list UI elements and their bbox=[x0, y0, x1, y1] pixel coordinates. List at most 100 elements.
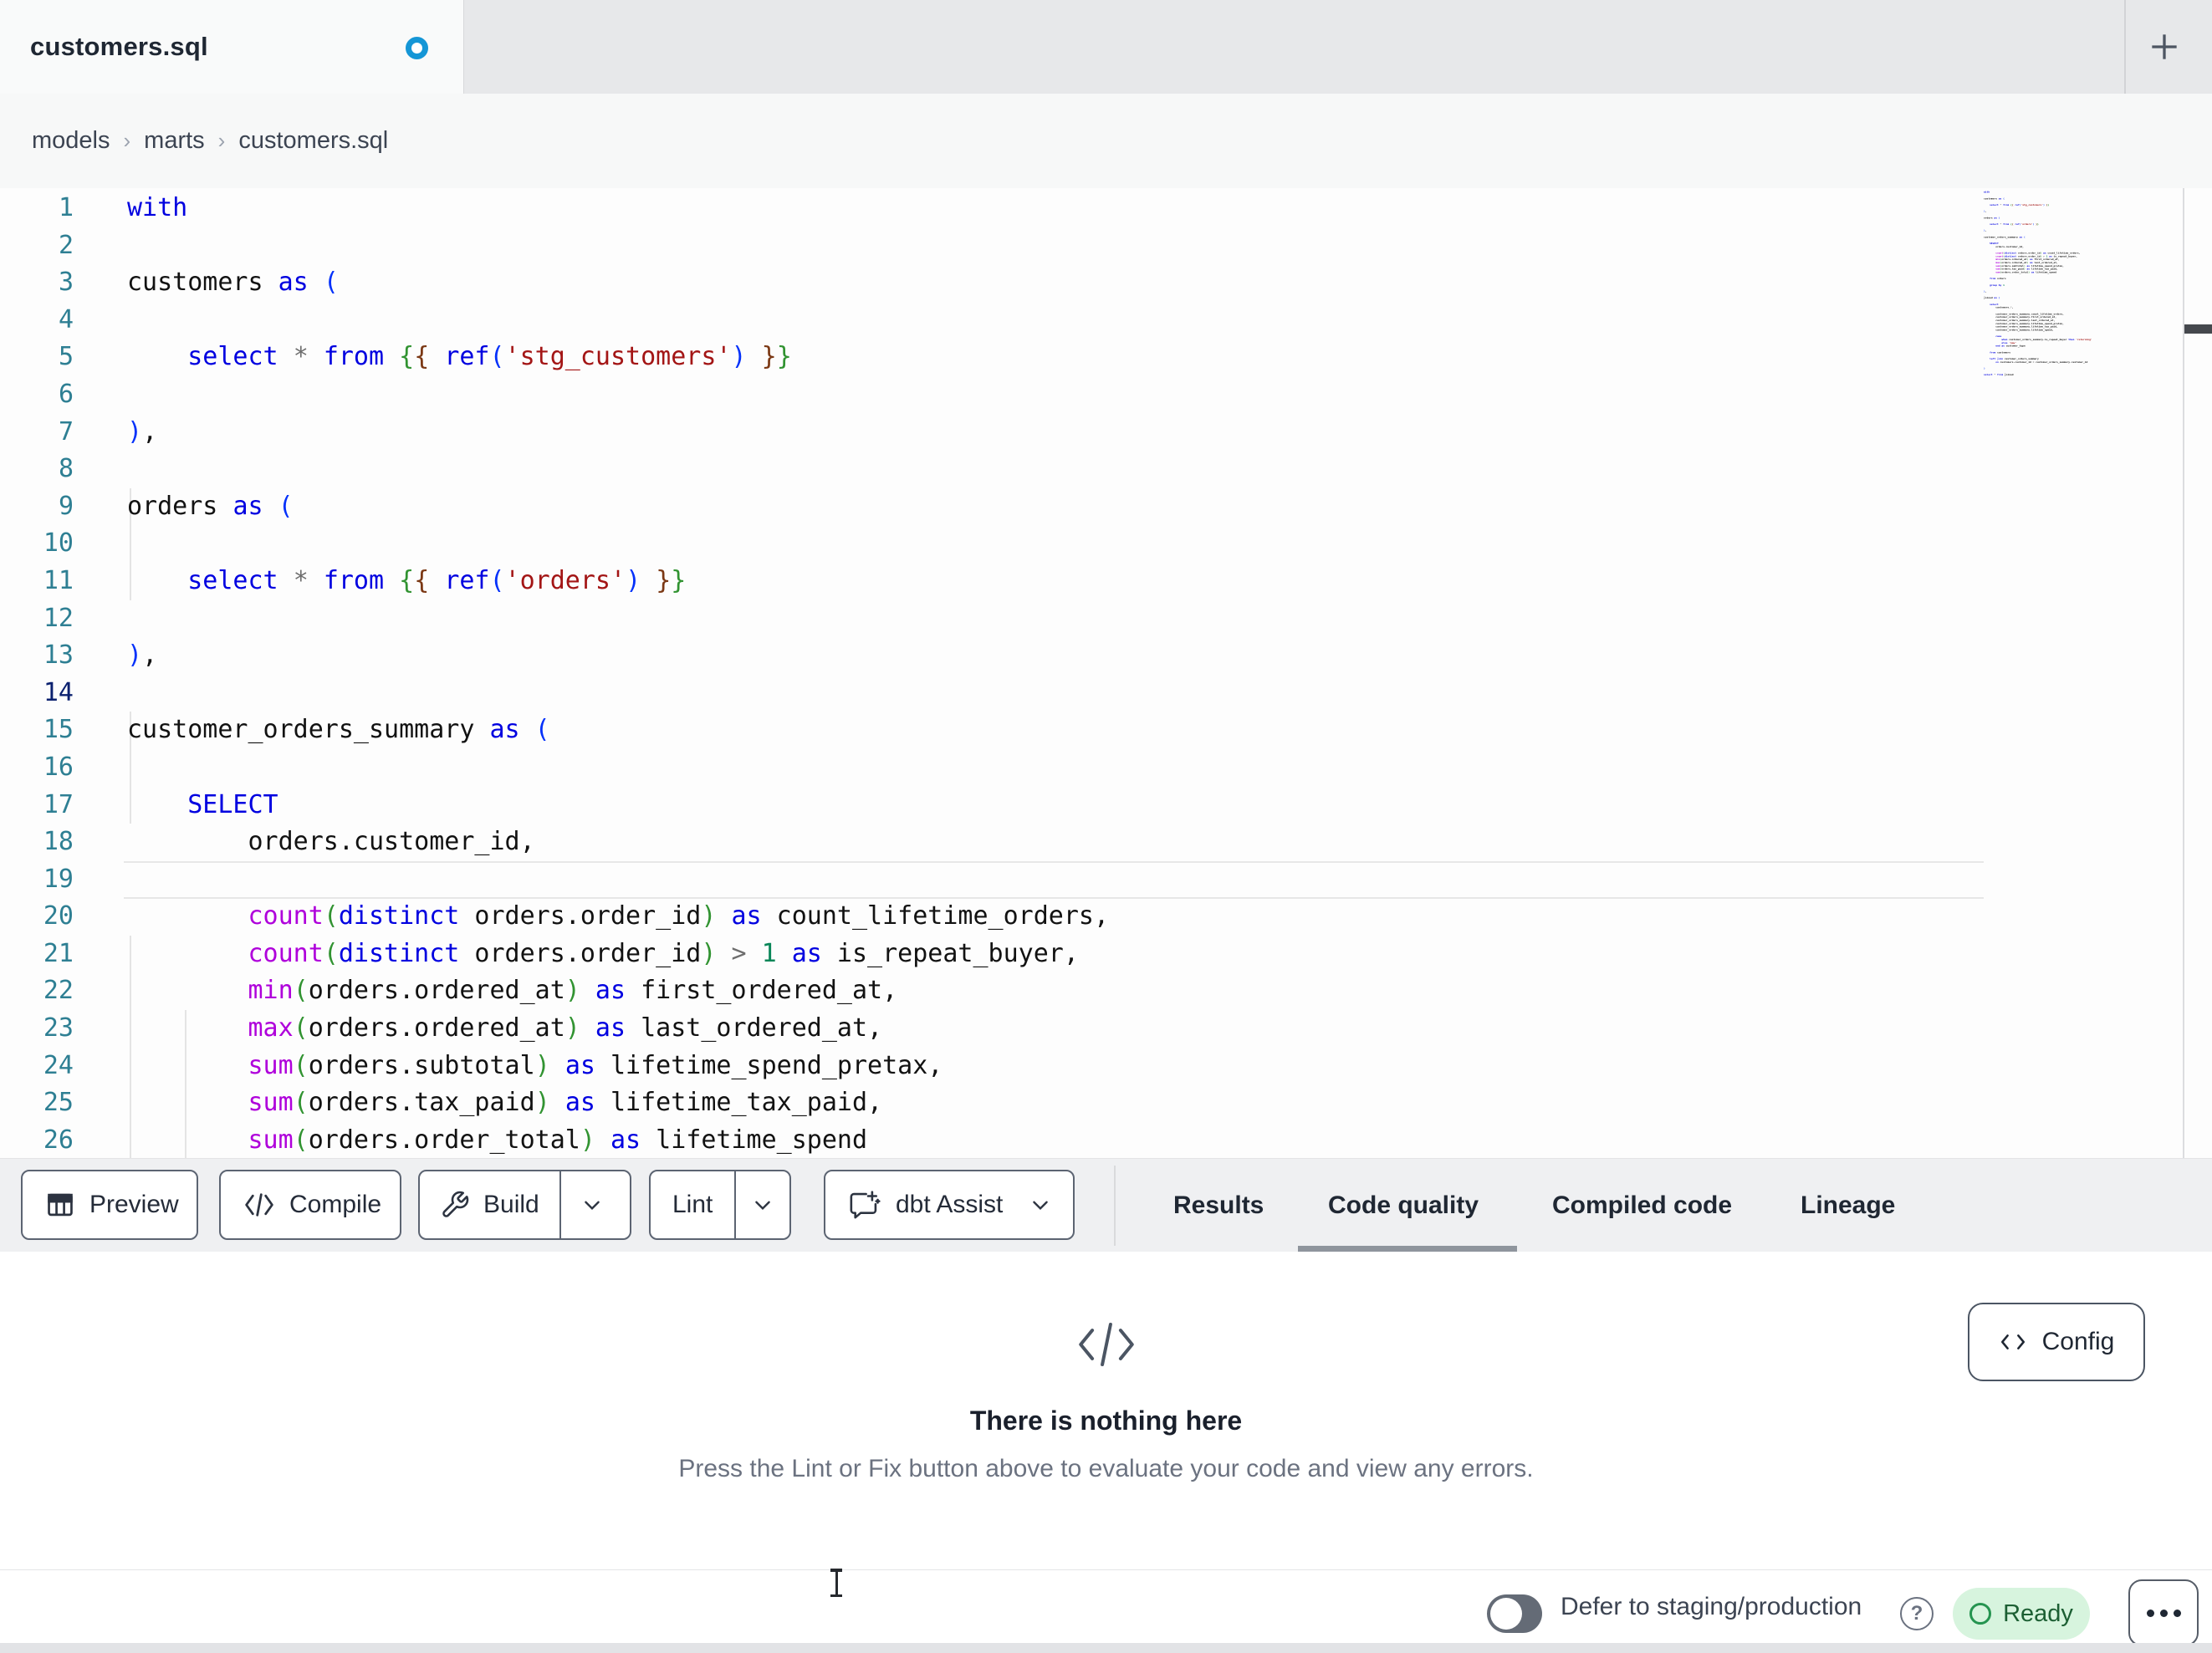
defer-label: Defer to staging/production bbox=[1561, 1593, 1862, 1620]
code-line[interactable]: 20 count(distinct orders.order_id) as co… bbox=[0, 898, 1984, 936]
code-icon bbox=[243, 1191, 276, 1219]
code-line[interactable]: 4 bbox=[0, 302, 1984, 339]
line-number: 4 bbox=[58, 304, 74, 334]
lint-button[interactable]: Lint bbox=[651, 1171, 734, 1238]
line-number: 23 bbox=[43, 1013, 74, 1043]
assist-dropdown-chevron[interactable] bbox=[1029, 1194, 1051, 1216]
code-line[interactable]: 25 sum(orders.tax_paid) as lifetime_tax_… bbox=[0, 1084, 1984, 1122]
code-quality-panel: Config There is nothing here Press the L… bbox=[0, 1252, 2212, 1569]
code-line[interactable]: 18 orders.customer_id, bbox=[0, 824, 1984, 861]
build-split-button: Build bbox=[418, 1170, 631, 1240]
code-line[interactable]: 3 customers as ( bbox=[0, 264, 1984, 302]
code-text: min(orders.ordered_at) as first_ordered_… bbox=[248, 976, 898, 1006]
breadcrumb-separator: › bbox=[123, 128, 131, 153]
code-line[interactable]: 13), bbox=[0, 637, 1984, 675]
code-line[interactable]: 5 select * from {{ ref('stg_customers') … bbox=[0, 339, 1984, 376]
line-number: 6 bbox=[58, 379, 74, 409]
toolbar-tabs-divider bbox=[1114, 1166, 1116, 1246]
line-number: 18 bbox=[43, 827, 74, 857]
build-button[interactable]: Build bbox=[420, 1171, 559, 1238]
code-slash-icon bbox=[0, 1314, 2212, 1379]
line-number: 20 bbox=[43, 901, 74, 931]
build-dropdown-button[interactable] bbox=[561, 1171, 623, 1238]
code-line[interactable]: 21 count(distinct orders.order_id) > 1 a… bbox=[0, 936, 1984, 973]
compile-button[interactable]: Compile bbox=[219, 1170, 401, 1240]
line-number: 24 bbox=[43, 1050, 74, 1080]
editor-minimap[interactable]: with customers as ( select * from {{ ref… bbox=[1984, 191, 2183, 1158]
assist-label: dbt Assist bbox=[896, 1191, 1004, 1218]
scrollbar-cursor-marker[interactable] bbox=[2184, 324, 2212, 334]
code-line[interactable]: 1 with bbox=[0, 190, 1984, 227]
window-bottom-edge bbox=[0, 1643, 2212, 1653]
code-text: ), bbox=[127, 416, 158, 446]
plus-icon bbox=[2152, 34, 2177, 59]
code-text: orders.customer_id, bbox=[127, 827, 535, 857]
code-line[interactable]: 15 customer_orders_summary as ( bbox=[0, 712, 1984, 749]
line-number: 15 bbox=[43, 715, 74, 745]
code-line[interactable]: 22 min(orders.ordered_at) as first_order… bbox=[0, 972, 1984, 1010]
code-line[interactable]: 2 bbox=[0, 227, 1984, 265]
code-text: orders as ( bbox=[127, 491, 294, 521]
code-line[interactable]: 11 select * from {{ ref('orders') }} bbox=[0, 563, 1984, 600]
tab-code-quality[interactable]: Code quality bbox=[1328, 1159, 1479, 1253]
code-line[interactable]: 16 bbox=[0, 749, 1984, 787]
compile-label: Compile bbox=[289, 1191, 382, 1218]
empty-state-title: There is nothing here bbox=[969, 1406, 1243, 1436]
table-icon bbox=[44, 1189, 76, 1221]
code-line[interactable]: 7), bbox=[0, 414, 1984, 452]
more-options-button[interactable] bbox=[2128, 1579, 2199, 1646]
code-line[interactable]: 14 bbox=[0, 675, 1984, 712]
chevron-down-icon bbox=[584, 1201, 600, 1211]
code-line[interactable]: 8 bbox=[0, 451, 1984, 488]
code-line[interactable]: 12 bbox=[0, 600, 1984, 638]
lint-label: Lint bbox=[672, 1191, 713, 1218]
line-number: 8 bbox=[58, 454, 74, 484]
ready-status-icon bbox=[1969, 1603, 1992, 1625]
breadcrumb-models[interactable]: models bbox=[32, 127, 110, 155]
tab-results[interactable]: Results bbox=[1173, 1159, 1264, 1253]
lint-dropdown-button[interactable] bbox=[736, 1171, 789, 1238]
minimap-divider bbox=[2183, 188, 2184, 1158]
code-text: SELECT bbox=[187, 789, 278, 819]
line-number: 14 bbox=[43, 677, 74, 707]
code-line[interactable]: 26 sum(orders.order_total) as lifetime_s… bbox=[0, 1122, 1984, 1158]
breadcrumb-marts[interactable]: marts bbox=[144, 127, 205, 155]
code-line[interactable]: 23 max(orders.ordered_at) as last_ordere… bbox=[0, 1010, 1984, 1048]
tab-compiled-code[interactable]: Compiled code bbox=[1552, 1159, 1732, 1253]
help-icon[interactable]: ? bbox=[1900, 1597, 1934, 1630]
line-number: 13 bbox=[43, 640, 74, 671]
code-text: ), bbox=[127, 640, 158, 671]
tab-lineage[interactable]: Lineage bbox=[1801, 1159, 1895, 1253]
code-text: sum(orders.order_total) as lifetime_spen… bbox=[248, 1125, 868, 1155]
editor-tab-customers-sql[interactable]: customers.sql bbox=[0, 0, 464, 94]
build-label: Build bbox=[483, 1191, 539, 1218]
line-number: 16 bbox=[43, 752, 74, 782]
line-number: 26 bbox=[43, 1125, 74, 1155]
toggle-knob bbox=[1490, 1598, 1522, 1630]
status-badge: Ready bbox=[1953, 1588, 2090, 1640]
preview-button[interactable]: Preview bbox=[21, 1170, 198, 1240]
line-number: 19 bbox=[43, 864, 74, 894]
tab-title: customers.sql bbox=[30, 32, 208, 61]
code-lines: 1 with 2 3 customers as (4 5 select * from {{… bbox=[0, 190, 1984, 1158]
code-line[interactable]: 17 SELECT bbox=[0, 787, 1984, 824]
code-editor[interactable]: 1 with 2 3 customers as (4 5 select * from {{… bbox=[0, 188, 2212, 1158]
code-text: count(distinct orders.order_id) > 1 as i… bbox=[248, 938, 1079, 968]
breadcrumb-file[interactable]: customers.sql bbox=[238, 127, 388, 155]
defer-toggle[interactable] bbox=[1487, 1594, 1542, 1633]
code-text: max(orders.ordered_at) as last_ordered_a… bbox=[248, 1013, 883, 1043]
new-tab-button[interactable] bbox=[2141, 25, 2188, 69]
unsaved-changes-indicator bbox=[406, 37, 428, 59]
code-line[interactable]: 6 bbox=[0, 376, 1984, 414]
dbt-assist-button[interactable]: dbt Assist bbox=[824, 1170, 1075, 1240]
code-line[interactable]: 10 bbox=[0, 525, 1984, 563]
line-number: 2 bbox=[58, 230, 74, 260]
empty-state-subtitle: Press the Lint or Fix button above to ev… bbox=[678, 1455, 1534, 1482]
code-line[interactable]: 9 orders as ( bbox=[0, 488, 1984, 526]
line-number: 1 bbox=[58, 193, 74, 222]
editor-tab-strip: customers.sql bbox=[0, 0, 2212, 94]
lint-split-button: Lint bbox=[649, 1170, 791, 1240]
line-number: 5 bbox=[58, 342, 74, 372]
code-line[interactable]: 19 bbox=[0, 861, 1984, 899]
code-line[interactable]: 24 sum(orders.subtotal) as lifetime_spen… bbox=[0, 1048, 1984, 1085]
